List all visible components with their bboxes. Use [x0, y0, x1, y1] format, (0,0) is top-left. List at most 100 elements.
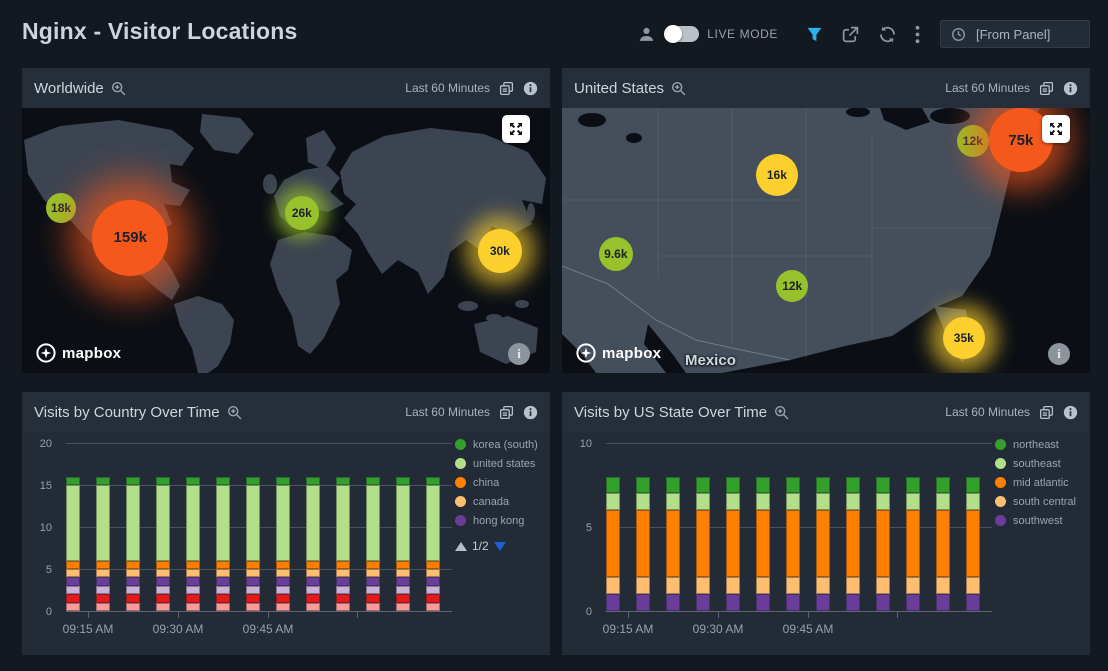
mapbox-logo[interactable]: mapbox	[576, 343, 661, 363]
map-bubble[interactable]: 16k	[756, 154, 798, 196]
stacked-bar[interactable]	[696, 443, 710, 611]
stacked-bar[interactable]	[876, 443, 890, 611]
legend-item[interactable]: southwest	[995, 511, 1090, 530]
copy-panel-icon[interactable]	[1039, 81, 1054, 96]
stacked-bar[interactable]	[216, 443, 230, 611]
legend-item[interactable]: korea (south)	[455, 435, 550, 454]
info-icon[interactable]	[523, 405, 538, 420]
bar-segment	[126, 577, 140, 585]
legend-page-down-icon[interactable]	[494, 542, 506, 551]
bar-segment	[846, 577, 860, 594]
expand-map-button[interactable]	[1042, 115, 1070, 143]
user-icon[interactable]	[638, 26, 655, 43]
map-bubble[interactable]: 18k	[46, 193, 76, 223]
stacked-bar[interactable]	[936, 443, 950, 611]
info-icon[interactable]	[1063, 405, 1078, 420]
legend-item[interactable]: south central	[995, 492, 1090, 511]
stacked-bar[interactable]	[276, 443, 290, 611]
bar-segment	[156, 577, 170, 585]
stacked-bar[interactable]	[906, 443, 920, 611]
share-icon[interactable]	[841, 25, 860, 44]
stacked-bar[interactable]	[246, 443, 260, 611]
map-attribution-info-icon[interactable]: i	[1048, 343, 1070, 365]
stacked-bar[interactable]	[96, 443, 110, 611]
state-stacked-bar-chart[interactable]: 051009:15 AM09:30 AM09:45 AM	[606, 444, 992, 612]
legend-page-up-icon[interactable]	[455, 542, 467, 551]
bar-segment	[156, 594, 170, 602]
stacked-bar[interactable]	[366, 443, 380, 611]
worldwide-map[interactable]: 18k 159k 26k 30k mapbox i	[22, 108, 550, 373]
bar-segment	[276, 569, 290, 577]
stacked-bar[interactable]	[756, 443, 770, 611]
stacked-bar[interactable]	[336, 443, 350, 611]
stacked-bar[interactable]	[426, 443, 440, 611]
bar-segment	[156, 603, 170, 611]
bar-segment	[186, 577, 200, 585]
stacked-bar[interactable]	[966, 443, 980, 611]
stacked-bar[interactable]	[186, 443, 200, 611]
stacked-bar[interactable]	[786, 443, 800, 611]
map-attribution-info-icon[interactable]: i	[508, 343, 530, 365]
legend-color-chip	[455, 477, 466, 488]
expand-map-button[interactable]	[502, 115, 530, 143]
stacked-bar[interactable]	[846, 443, 860, 611]
bar-segment	[276, 594, 290, 602]
info-icon[interactable]	[1063, 81, 1078, 96]
map-bubble[interactable]: 12k	[957, 125, 989, 157]
bar-segment	[276, 603, 290, 611]
mapbox-label: mapbox	[602, 345, 661, 362]
bar-segment	[216, 477, 230, 485]
bar-segment	[816, 493, 830, 510]
stacked-bar[interactable]	[636, 443, 650, 611]
copy-panel-icon[interactable]	[499, 405, 514, 420]
map-bubble[interactable]: 26k	[285, 196, 319, 230]
map-bubble[interactable]: 159k	[92, 200, 168, 276]
country-stacked-bar-chart[interactable]: 0510152009:15 AM09:30 AM09:45 AM	[66, 444, 452, 612]
magnifier-zoom-icon[interactable]	[111, 81, 126, 96]
bar-segment	[246, 577, 260, 585]
map-bubble[interactable]: 9.6k	[599, 237, 633, 271]
stacked-bar[interactable]	[306, 443, 320, 611]
stacked-bar[interactable]	[66, 443, 80, 611]
time-range-selector[interactable]: [From Panel]	[940, 20, 1090, 48]
legend-item[interactable]: northeast	[995, 435, 1090, 454]
stacked-bar[interactable]	[726, 443, 740, 611]
stacked-bar[interactable]	[606, 443, 620, 611]
bar-segment	[786, 594, 800, 611]
stacked-bar[interactable]	[666, 443, 680, 611]
bar-segment	[186, 485, 200, 561]
stacked-bar[interactable]	[816, 443, 830, 611]
copy-panel-icon[interactable]	[1039, 405, 1054, 420]
stacked-bar[interactable]	[126, 443, 140, 611]
bar-segment	[216, 485, 230, 561]
bar-segment	[156, 477, 170, 485]
live-mode-toggle[interactable]	[665, 26, 699, 42]
x-tick-label: 09:30 AM	[153, 622, 204, 636]
copy-panel-icon[interactable]	[499, 81, 514, 96]
magnifier-zoom-icon[interactable]	[774, 405, 789, 420]
panel-united-states: United States Last 60 Minutes	[562, 68, 1090, 373]
time-range-label: Last 60 Minutes	[405, 81, 490, 95]
legend-item[interactable]: united states	[455, 454, 550, 473]
map-bubble[interactable]: 12k	[776, 270, 808, 302]
bar-segment	[366, 569, 380, 577]
live-mode-label: LIVE MODE	[707, 27, 778, 41]
mapbox-logo[interactable]: mapbox	[36, 343, 121, 363]
kebab-menu-icon[interactable]	[915, 25, 920, 44]
magnifier-zoom-icon[interactable]	[227, 405, 242, 420]
us-map[interactable]: 12k75k16k9.6k12k35k Mexico mapbox i	[562, 108, 1090, 373]
map-bubble[interactable]: 30k	[478, 229, 522, 273]
bar-segment	[636, 493, 650, 510]
info-icon[interactable]	[523, 81, 538, 96]
magnifier-zoom-icon[interactable]	[671, 81, 686, 96]
legend-item[interactable]: mid atlantic	[995, 473, 1090, 492]
legend-item[interactable]: china	[455, 473, 550, 492]
filter-icon[interactable]	[806, 26, 823, 43]
refresh-icon[interactable]	[878, 25, 897, 44]
stacked-bar[interactable]	[156, 443, 170, 611]
map-bubble[interactable]: 35k	[943, 317, 985, 359]
legend-item[interactable]: southeast	[995, 454, 1090, 473]
legend-item[interactable]: hong kong	[455, 511, 550, 530]
legend-item[interactable]: canada	[455, 492, 550, 511]
stacked-bar[interactable]	[396, 443, 410, 611]
